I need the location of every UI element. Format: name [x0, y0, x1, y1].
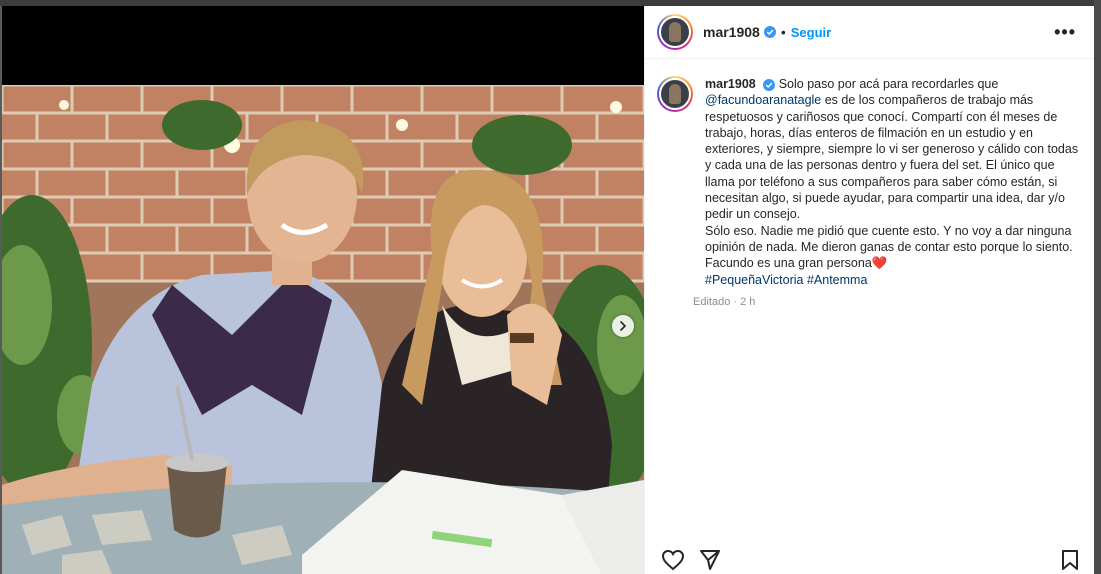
- caption-line-4: Sólo eso. Nadie me pidió que cuente esto…: [705, 223, 1073, 271]
- author-username[interactable]: mar1908: [703, 24, 760, 40]
- caption-line-3: es de los compañeros de trabajo más resp…: [705, 93, 1079, 222]
- caption-meta: Editado · 2 h: [693, 296, 1085, 308]
- caption-block: mar1908 Solo paso por acá para recordarl…: [645, 60, 1095, 308]
- verified-badge-icon: [763, 26, 776, 38]
- save-button[interactable]: [1061, 549, 1079, 571]
- photo-illustration: [2, 85, 644, 574]
- heart-icon: [661, 549, 685, 571]
- caption-avatar[interactable]: [657, 76, 693, 112]
- mention-link[interactable]: @facundoaranatagle: [705, 93, 821, 107]
- edited-label: Editado: [693, 295, 731, 308]
- verified-badge-icon: [763, 78, 776, 91]
- post-time[interactable]: 2 h: [740, 296, 755, 308]
- hashtag-link[interactable]: #PequeñaVictoria: [705, 273, 803, 287]
- post-photo[interactable]: [2, 85, 644, 574]
- caption-username[interactable]: mar1908: [705, 77, 756, 91]
- separator-dot: •: [780, 24, 786, 40]
- post-side-panel: mar1908 • Seguir ••• mar1908 Solo paso p…: [644, 6, 1094, 574]
- share-button[interactable]: [699, 549, 721, 571]
- bookmark-icon: [1062, 550, 1078, 570]
- post-modal: mar1908 • Seguir ••• mar1908 Solo paso p…: [2, 6, 1094, 574]
- backdrop-right: [1094, 0, 1101, 574]
- caption-text: mar1908 Solo paso por acá para recordarl…: [705, 76, 1085, 288]
- paper-plane-icon: [700, 550, 720, 570]
- post-actions: [645, 549, 1095, 574]
- like-button[interactable]: [661, 549, 685, 571]
- chevron-right-icon: [620, 321, 626, 331]
- post-media: [2, 6, 644, 574]
- caption-line-1: Solo paso por acá para recordarles que: [778, 77, 999, 91]
- author-avatar[interactable]: [657, 14, 693, 50]
- follow-button[interactable]: Seguir: [791, 25, 831, 40]
- hashtag-link[interactable]: #Antemma: [807, 273, 867, 287]
- next-image-button[interactable]: [612, 315, 634, 337]
- ellipsis-icon[interactable]: •••: [1054, 22, 1076, 43]
- post-header: mar1908 • Seguir •••: [645, 6, 1094, 59]
